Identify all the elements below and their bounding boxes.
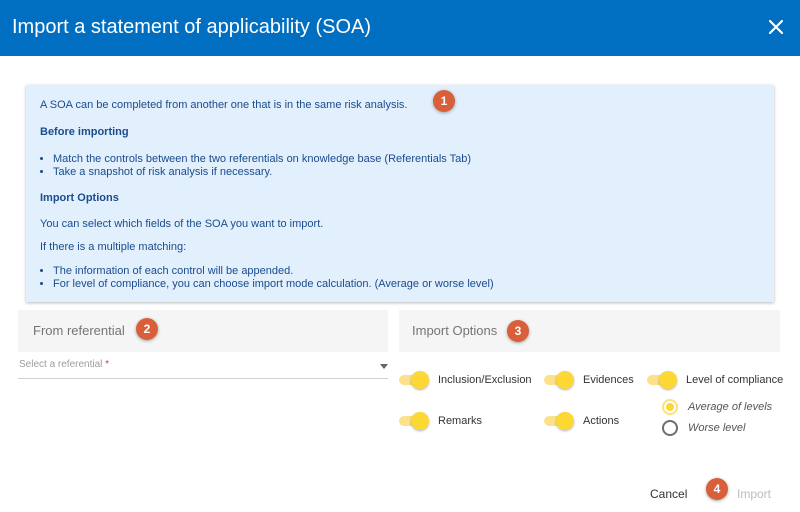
- toggle-label-remarks: Remarks: [438, 415, 483, 427]
- step-badge-1: 1: [433, 90, 455, 112]
- multiple-item-1: The information of each control will be …: [40, 265, 293, 277]
- info-panel: A SOA can be completed from another one …: [26, 85, 774, 302]
- before-importing-heading: Before importing: [40, 126, 129, 138]
- from-referential-label: From referential: [33, 323, 125, 338]
- dialog-title: Import a statement of applicability (SOA…: [12, 16, 372, 38]
- toggle-evidences[interactable]: [544, 371, 576, 389]
- referential-select[interactable]: Select a referential *: [18, 356, 388, 379]
- toggle-inclusion-exclusion[interactable]: [399, 371, 431, 389]
- toggle-remarks[interactable]: [399, 412, 431, 430]
- multiple-matching-text: If there is a multiple matching:: [40, 241, 187, 253]
- from-referential-header: From referential: [18, 310, 388, 352]
- radio-average-of-levels[interactable]: [662, 399, 678, 415]
- step-badge-4: 4: [706, 478, 728, 500]
- required-mark: *: [105, 359, 110, 370]
- referential-select-placeholder: Select a referential *: [19, 359, 110, 370]
- dialog-header: Import a statement of applicability (SOA…: [0, 0, 800, 56]
- before-item-1: Match the controls between the two refer…: [40, 153, 471, 165]
- radio-label-average-of-levels: Average of levels: [688, 401, 773, 413]
- before-item-2: Take a snapshot of risk analysis if nece…: [40, 166, 272, 178]
- import-options-label: Import Options: [412, 323, 498, 338]
- toggle-label-actions: Actions: [583, 415, 620, 427]
- info-intro: A SOA can be completed from another one …: [40, 99, 408, 111]
- chevron-down-icon: [380, 364, 388, 369]
- import-options-header: Import Options: [399, 310, 780, 352]
- close-icon[interactable]: [766, 17, 786, 37]
- toggle-actions[interactable]: [544, 412, 576, 430]
- import-button[interactable]: Import: [737, 487, 771, 501]
- radio-label-worse-level: Worse level: [688, 422, 746, 434]
- toggle-label-evidences: Evidences: [583, 374, 634, 386]
- step-badge-3: 3: [507, 320, 529, 342]
- step-badge-2: 2: [136, 318, 158, 340]
- import-options-heading: Import Options: [40, 192, 119, 204]
- cancel-button[interactable]: Cancel: [650, 487, 687, 501]
- toggle-label-inclusion-exclusion: Inclusion/Exclusion: [438, 374, 532, 386]
- multiple-item-2: For level of compliance, you can choose …: [40, 278, 494, 290]
- toggle-label-level-of-compliance: Level of compliance: [686, 374, 784, 386]
- radio-worse-level[interactable]: [662, 420, 678, 436]
- toggle-level-of-compliance[interactable]: [647, 371, 679, 389]
- options-text: You can select which fields of the SOA y…: [40, 218, 324, 230]
